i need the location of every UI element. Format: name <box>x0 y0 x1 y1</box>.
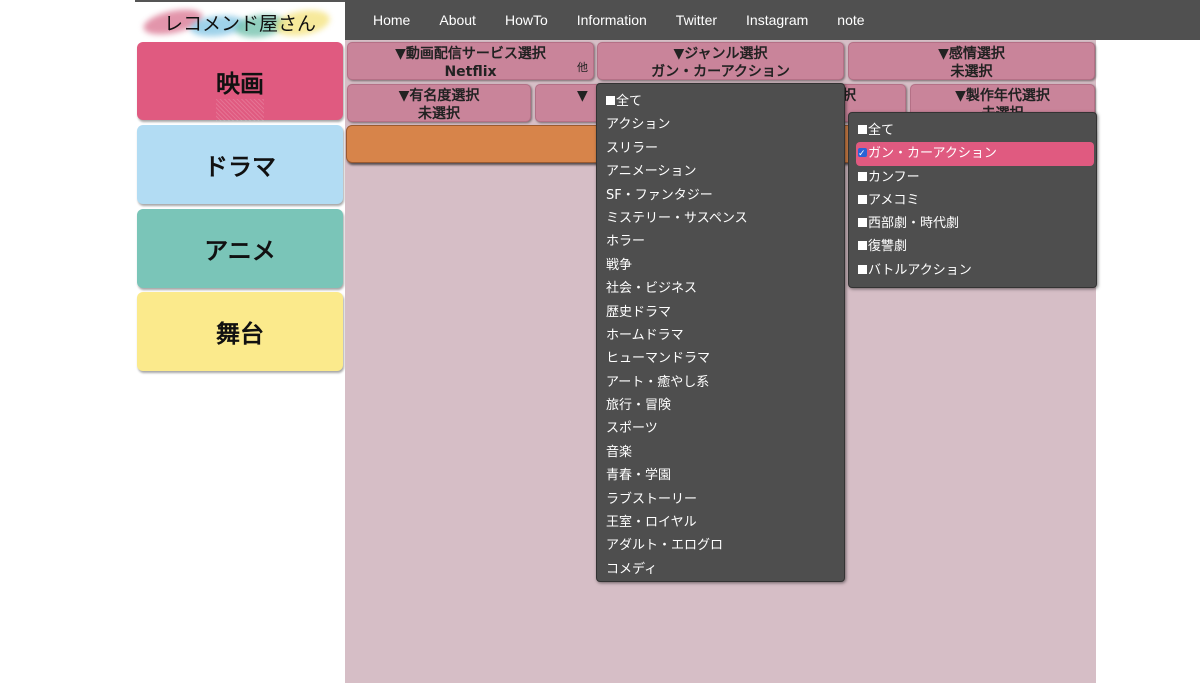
subgenre-option[interactable]: アメコミ <box>856 189 1094 212</box>
genre-option[interactable]: ホームドラマ <box>597 324 844 347</box>
sidebar-item-label: アニメ <box>204 237 276 265</box>
page: レコメンド屋さん Home About HowTo Information Tw… <box>0 0 1200 683</box>
checkbox-icon[interactable] <box>858 171 867 181</box>
filter-value: 未選択 <box>418 106 460 122</box>
nav-about[interactable]: About <box>439 12 476 28</box>
genre-option[interactable]: 戦争 <box>597 254 844 277</box>
genre-option[interactable]: 歴史ドラマ <box>597 301 844 324</box>
sidebar-item-stage[interactable]: 舞台 <box>137 292 343 371</box>
filter-title: ▼有名度選択 <box>398 88 480 104</box>
filter-title: ▼ジャンル選択 <box>673 46 768 62</box>
genre-option[interactable]: ミステリー・サスペンス <box>597 207 844 230</box>
subgenre-option[interactable]: 全て <box>856 119 1094 142</box>
subgenre-option-selected[interactable]: ガン・カーアクション <box>856 142 1094 167</box>
genre-option[interactable]: 社会・ビジネス <box>597 277 844 300</box>
filter-title: ▼製作年代選択 <box>955 88 1050 104</box>
filter-value: Netflix <box>444 64 497 80</box>
genre-option[interactable]: 旅行・冒険 <box>597 394 844 417</box>
subgenre-option[interactable]: カンフー <box>856 166 1094 189</box>
sidebar-item-label: ドラマ <box>204 153 276 181</box>
genre-option[interactable]: 王室・ロイヤル <box>597 511 844 534</box>
filter-other-hint: 他 <box>577 61 588 74</box>
genre-option[interactable]: ラブストーリー <box>597 488 844 511</box>
sidebar-item-drama[interactable]: ドラマ <box>137 125 343 204</box>
checkbox-icon[interactable] <box>858 218 867 228</box>
nav-note[interactable]: note <box>837 12 864 28</box>
filter-title: ▼動画配信サービス選択 <box>395 46 546 62</box>
nav-home[interactable]: Home <box>373 12 410 28</box>
nav-howto[interactable]: HowTo <box>505 12 548 28</box>
genre-option[interactable]: 青春・学園 <box>597 464 844 487</box>
checkbox-icon[interactable] <box>858 125 867 134</box>
genre-option[interactable]: アニメーション <box>597 160 844 183</box>
fame-filter-button[interactable]: ▼有名度選択 未選択 <box>347 84 531 122</box>
genre-option[interactable]: スリラー <box>597 137 844 160</box>
emotion-filter-button[interactable]: ▼感情選択 未選択 <box>848 42 1095 80</box>
site-logo[interactable]: レコメンド屋さん <box>135 0 345 41</box>
sidebar-item-label: 映画 <box>216 64 264 121</box>
filter-title-prefix: ▼ <box>577 88 588 104</box>
sidebar-item-anime[interactable]: アニメ <box>137 209 343 288</box>
filter-value: ガン・カーアクション <box>651 64 790 80</box>
checkbox-checked-icon[interactable] <box>858 143 867 167</box>
service-filter-button[interactable]: ▼動画配信サービス選択 Netflix 他 <box>347 42 594 80</box>
filter-title: ▼感情選択 <box>938 46 1005 62</box>
nav-information[interactable]: Information <box>577 12 647 28</box>
nav-twitter[interactable]: Twitter <box>676 12 717 28</box>
subgenre-option[interactable]: 西部劇・時代劇 <box>856 212 1094 235</box>
genre-option[interactable]: アクション <box>597 113 844 136</box>
genre-filter-button[interactable]: ▼ジャンル選択 ガン・カーアクション <box>597 42 844 80</box>
genre-option[interactable]: ヒューマンドラマ <box>597 347 844 370</box>
checkbox-icon[interactable] <box>858 194 867 204</box>
genre-option[interactable]: ホラー <box>597 230 844 253</box>
genre-option-all[interactable]: 全て <box>597 90 844 113</box>
genre-option[interactable]: スポーツ <box>597 417 844 440</box>
subgenre-option[interactable]: バトルアクション <box>856 259 1094 282</box>
checkbox-icon[interactable] <box>858 264 867 274</box>
checkbox-icon[interactable] <box>858 241 867 251</box>
genre-option[interactable]: アダルト・エログロ <box>597 534 844 557</box>
checkbox-icon[interactable] <box>606 96 615 105</box>
genre-option[interactable]: コメディ <box>597 558 844 581</box>
top-nav: Home About HowTo Information Twitter Ins… <box>345 0 1200 40</box>
filter-value: 未選択 <box>950 64 993 80</box>
genre-option[interactable]: SF・ファンタジー <box>597 184 844 207</box>
sidebar-item-label: 舞台 <box>216 320 264 348</box>
genre-dropdown: 全て アクション スリラー アニメーション SF・ファンタジー ミステリー・サス… <box>596 83 845 582</box>
sidebar-item-movie[interactable]: 映画 <box>137 42 343 121</box>
genre-option[interactable]: アート・癒やし系 <box>597 371 844 394</box>
subgenre-option[interactable]: 復讐劇 <box>856 235 1094 258</box>
genre-option[interactable]: 音楽 <box>597 441 844 464</box>
subgenre-dropdown: 全て ガン・カーアクション カンフー アメコミ 西部劇・時代劇 復讐劇 バトルア… <box>848 112 1097 288</box>
logo-text: レコメンド屋さん <box>163 13 316 35</box>
nav-instagram[interactable]: Instagram <box>746 12 808 28</box>
